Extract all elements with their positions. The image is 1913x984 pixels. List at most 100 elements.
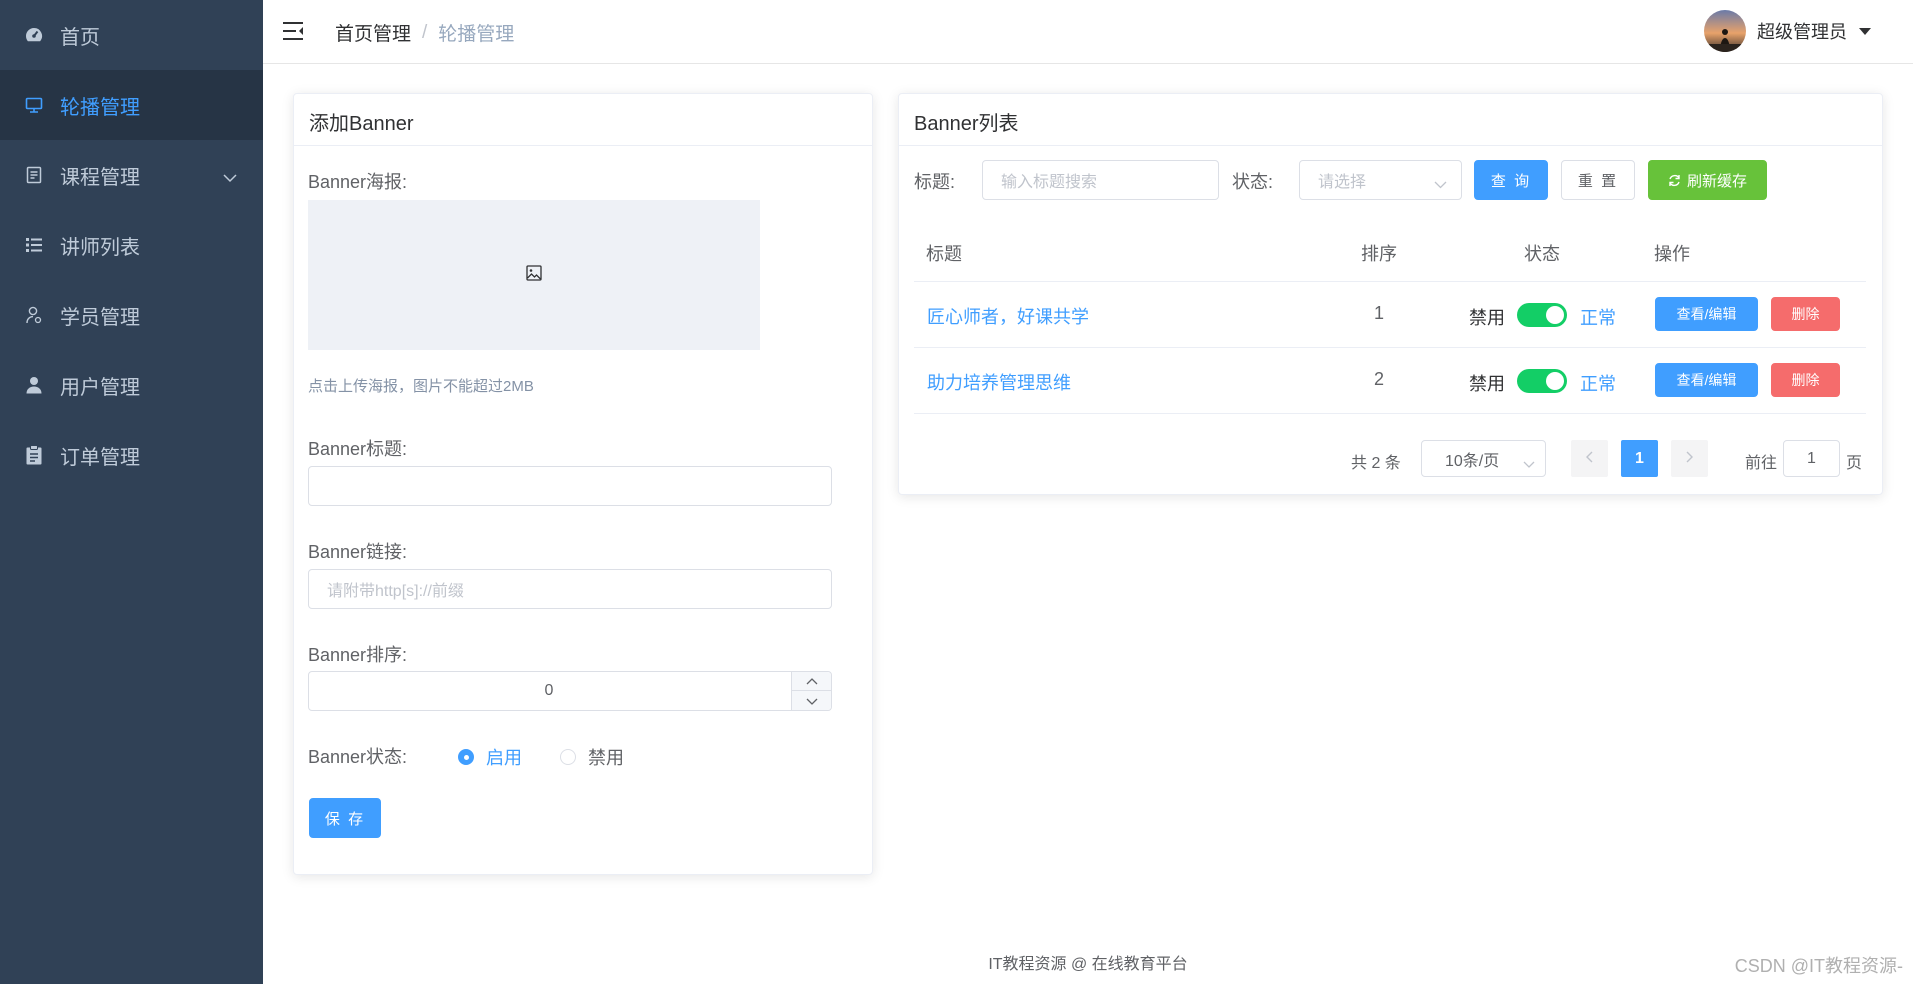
top-navbar: 首页管理 / 轮播管理 超级管理员 [263,0,1913,64]
search-input[interactable]: 输入标题搜索 [982,160,1219,200]
pagination-total: 共 2 条 [1351,455,1401,472]
switch-off-text: 禁用 [1469,308,1505,328]
filter-status-label: 状态: [1232,172,1274,192]
save-button[interactable]: 保 存 [309,798,381,838]
poster-label: Banner海报: [308,172,408,192]
user-icon [22,373,46,397]
monitor-icon [22,93,46,117]
delete-button[interactable]: 删除 [1771,297,1840,331]
status-radio-disable[interactable]: 禁用 [560,744,624,770]
username: 超级管理员 [1757,22,1847,42]
goto-suffix: 页 [1846,455,1863,472]
breadcrumb-separator: / [422,21,428,43]
switch-on-text: 正常 [1580,374,1616,394]
chevron-left-icon [1586,450,1593,468]
clipboard-icon [22,443,46,467]
sidebar-item-users[interactable]: 用户管理 [0,350,263,420]
sidebar: 首页 轮播管理 课程管理 讲师列表 学员管理 用户管理 订单管理 [0,0,263,984]
chevron-down-icon [806,692,818,710]
goto-page-input[interactable]: 1 [1783,440,1840,477]
search-placeholder: 输入标题搜索 [1001,174,1098,191]
student-icon [22,303,46,327]
page-size-select[interactable]: 10条/页 [1421,440,1546,477]
status-switch[interactable] [1517,369,1567,393]
upload-tip: 点击上传海报，图片不能超过2MB [308,378,534,395]
switch-on-text: 正常 [1580,308,1616,328]
status-select[interactable]: 请选择 [1299,160,1462,200]
caret-down-icon [1859,27,1871,35]
sidebar-item-label: 订单管理 [60,446,140,469]
table-divider [914,281,1866,282]
sidebar-item-label: 学员管理 [60,306,140,329]
sidebar-item-orders[interactable]: 订单管理 [0,420,263,490]
delete-button[interactable]: 删除 [1771,363,1840,397]
prev-page-button[interactable] [1571,440,1608,477]
edit-button[interactable]: 查看/编辑 [1655,363,1758,397]
status-label: Banner状态: [308,747,408,767]
radio-unchecked-icon [560,749,576,765]
table-row-sort: 2 [1374,369,1385,389]
sidebar-item-label: 课程管理 [60,166,140,189]
page-number-button[interactable]: 1 [1621,440,1658,477]
sidebar-item-label: 用户管理 [60,376,140,399]
edit-button[interactable]: 查看/编辑 [1655,297,1758,331]
link-placeholder: 请附带http[s]://前缀 [327,583,464,600]
table-row-title[interactable]: 助力培养管理思维 [927,369,1071,395]
dashboard-icon [22,23,46,47]
chevron-down-icon [1434,176,1447,194]
refresh-cache-button[interactable]: 刷新缓存 [1648,160,1767,200]
sort-label: Banner排序: [308,645,408,665]
card-title: Banner列表 [899,94,1882,146]
image-icon [526,264,542,286]
sort-value[interactable]: 0 [309,672,789,710]
banner-list-card: Banner列表 [898,93,1883,495]
filter-title-label: 标题: [914,172,956,192]
document-icon [22,163,46,187]
table-row-sort: 1 [1374,303,1385,323]
breadcrumb-home[interactable]: 首页管理 [335,19,411,46]
chevron-up-icon [806,672,818,690]
link-label: Banner链接: [308,542,408,562]
list-icon [22,233,46,257]
breadcrumb-current: 轮播管理 [438,24,515,45]
user-dropdown[interactable]: 超级管理员 [1704,10,1871,52]
hamburger-menu-icon[interactable] [282,20,304,42]
goto-label: 前往 [1745,455,1778,472]
increment-button[interactable] [791,672,831,691]
sidebar-item-students[interactable]: 学员管理 [0,280,263,350]
banner-title-input[interactable] [308,466,832,506]
switch-off-text: 禁用 [1469,374,1505,394]
status-radio-enable[interactable]: 启用 [458,744,522,770]
title-label: Banner标题: [308,439,408,459]
column-header-actions: 操作 [1654,244,1690,264]
table-row-title[interactable]: 匠心师者，好课共学 [927,303,1089,329]
radio-label: 启用 [486,748,522,768]
watermark: CSDN @IT教程资源- [1734,956,1903,976]
page-size-value: 10条/页 [1445,452,1500,470]
refresh-cache-label: 刷新缓存 [1686,172,1747,190]
decrement-button[interactable] [791,691,831,710]
banner-link-input[interactable]: 请附带http[s]://前缀 [308,569,832,609]
table-divider [914,413,1866,414]
status-switch[interactable] [1517,303,1567,327]
sidebar-item-home[interactable]: 首页 [0,0,263,70]
sort-stepper[interactable]: 0 [308,671,832,711]
status-placeholder: 请选择 [1318,174,1367,191]
card-title: 添加Banner [294,94,872,146]
sidebar-item-label: 讲师列表 [60,236,140,259]
sidebar-item-teachers[interactable]: 讲师列表 [0,210,263,280]
reset-button[interactable]: 重 置 [1561,160,1635,200]
next-page-button[interactable] [1671,440,1708,477]
sidebar-item-banner[interactable]: 轮播管理 [0,70,263,140]
column-header-status: 状态 [1524,244,1560,264]
query-button[interactable]: 查 询 [1474,160,1548,200]
radio-checked-icon [458,749,474,765]
sidebar-item-label: 轮播管理 [60,96,140,119]
chevron-down-icon [1523,455,1535,473]
column-header-title: 标题 [926,244,962,264]
sidebar-item-course[interactable]: 课程管理 [0,140,263,210]
poster-upload[interactable] [308,200,760,350]
column-header-sort: 排序 [1361,244,1397,264]
sidebar-item-label: 首页 [60,26,100,49]
radio-label: 禁用 [588,748,624,768]
